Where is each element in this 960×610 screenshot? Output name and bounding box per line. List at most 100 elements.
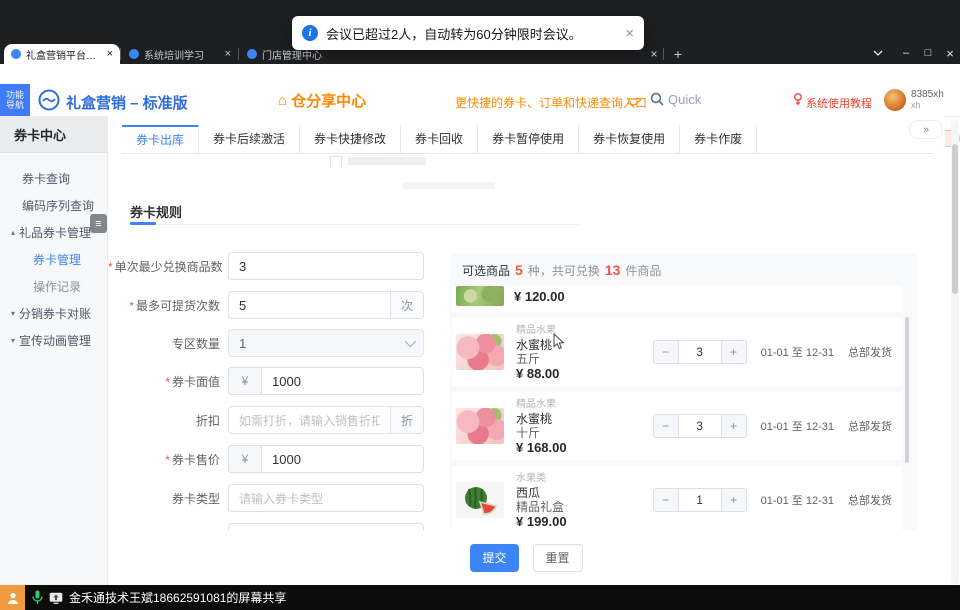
max-pickup-input[interactable] bbox=[229, 292, 390, 318]
share-center-link[interactable]: ⌂ 仓分享中心 bbox=[278, 90, 366, 111]
tab-favicon bbox=[129, 49, 139, 59]
sidebar-item-operation-records[interactable]: 操作记录 bbox=[0, 273, 107, 300]
valid-date-range: 01-01 至 12-31 bbox=[761, 492, 834, 508]
caret-down-icon: ▾ bbox=[11, 309, 15, 318]
sharer-avatar-icon bbox=[0, 585, 25, 610]
discount-input[interactable] bbox=[229, 407, 390, 433]
browser-tab-1[interactable]: 礼盒营销平台管理中心 × bbox=[4, 44, 120, 64]
window-minimize-button[interactable]: – bbox=[894, 42, 918, 64]
page-scrollbar[interactable] bbox=[951, 120, 959, 585]
form-row-zone-count: 专区数量 1 bbox=[108, 329, 424, 357]
form-row-card-type: 券卡类型 bbox=[108, 484, 424, 512]
info-icon: i bbox=[302, 25, 318, 41]
app-header: 功能导航 礼盒营销 – 标准版 ⌂ 仓分享中心 更快捷的券卡、订单和快递查询入口… bbox=[0, 84, 960, 117]
unit-suffix: 次 bbox=[390, 292, 423, 318]
house-icon: ⌂ bbox=[278, 92, 287, 109]
product-image bbox=[456, 482, 504, 518]
form-row-discount: 折扣 折 bbox=[108, 406, 424, 434]
product-price: ¥ 88.00 bbox=[516, 367, 653, 381]
window-maximize-button[interactable]: □ bbox=[916, 42, 940, 64]
panel-collapse-button[interactable]: » bbox=[909, 120, 943, 139]
plus-button[interactable]: + bbox=[722, 415, 746, 437]
window-menu-icon[interactable] bbox=[866, 42, 890, 64]
quantity-stepper: − + bbox=[653, 340, 747, 364]
tab-close-icon[interactable]: × bbox=[225, 48, 231, 60]
microphone-icon bbox=[32, 590, 43, 605]
sidebar-group-distribution-reconciliation[interactable]: ▾ 分销券卡对账 bbox=[0, 300, 107, 327]
form-footer: 提交 重置 bbox=[108, 530, 945, 585]
product-list-scrollbar[interactable] bbox=[905, 317, 909, 463]
product-spec: 五斤 bbox=[516, 352, 653, 366]
tutorial-link[interactable]: 系统使用教程 bbox=[806, 95, 872, 111]
window-close-button[interactable]: × bbox=[938, 42, 960, 64]
sidebar-collapse-handle[interactable]: ≡ bbox=[90, 214, 107, 233]
face-value-input[interactable] bbox=[262, 368, 423, 394]
quick-entry-tip: 更快捷的券卡、订单和快递查询入口 bbox=[455, 94, 647, 111]
quantity-input[interactable] bbox=[678, 415, 722, 437]
card-type-input[interactable] bbox=[229, 485, 423, 511]
toast-close-icon[interactable]: × bbox=[625, 25, 634, 42]
currency-prefix: ¥ bbox=[229, 368, 262, 394]
reset-button[interactable]: 重置 bbox=[533, 544, 583, 572]
quantity-stepper: − + bbox=[653, 414, 747, 438]
tab-card-followup-activation[interactable]: 券卡后续激活 bbox=[199, 125, 300, 153]
screen-share-bar: 金禾通技术王斌18662591081的屏幕共享 bbox=[0, 585, 960, 610]
plus-button[interactable]: + bbox=[722, 489, 746, 511]
zone-count-select[interactable]: 1 bbox=[228, 329, 424, 357]
tab-card-recycle[interactable]: 券卡回收 bbox=[401, 125, 478, 153]
quantity-input[interactable] bbox=[678, 341, 722, 363]
sidebar-item-card-management[interactable]: 券卡管理 bbox=[0, 246, 107, 273]
delivery-mode: 总部发货 bbox=[848, 492, 892, 508]
tab-card-outbound[interactable]: 券卡出库 bbox=[122, 125, 199, 153]
tab-card-resume[interactable]: 券卡恢复使用 bbox=[579, 125, 680, 153]
tab-close-icon[interactable]: × bbox=[107, 48, 113, 60]
function-nav-toggle[interactable]: 功能导航 bbox=[0, 84, 30, 116]
tab-card-void[interactable]: 券卡作废 bbox=[680, 125, 757, 153]
new-tab-button[interactable]: + bbox=[668, 44, 688, 64]
tab-card-suspend[interactable]: 券卡暂停使用 bbox=[478, 125, 579, 153]
product-image bbox=[456, 334, 504, 370]
plus-button[interactable]: + bbox=[722, 341, 746, 363]
sidebar-title: 券卡中心 bbox=[0, 116, 107, 153]
minus-button[interactable]: − bbox=[654, 415, 678, 437]
user-avatar[interactable] bbox=[884, 89, 906, 111]
product-row-peach-5: 精品水果 水蜜桃 五斤 ¥ 88.00 − + 01-01 至 12-31 总部… bbox=[452, 318, 902, 386]
submit-button[interactable]: 提交 bbox=[470, 544, 518, 572]
sale-price-input[interactable] bbox=[262, 446, 423, 472]
tab-separator bbox=[238, 48, 239, 60]
meeting-toast: i 会议已超过2人，自动转为60分钟限时会议。 × bbox=[292, 16, 644, 50]
tutorial-lamp-icon bbox=[793, 93, 803, 111]
product-image bbox=[456, 286, 504, 306]
quick-label[interactable]: Quick bbox=[668, 92, 701, 107]
form-row-face-value: *券卡面值 ¥ bbox=[108, 367, 424, 395]
screen-share-icon bbox=[49, 592, 63, 604]
min-exchange-input[interactable] bbox=[229, 253, 423, 279]
form-row-max-pickup: *最多可提货次数 次 bbox=[108, 291, 424, 319]
content-tab-bar: 券卡出库 券卡后续激活 券卡快捷修改 券卡回收 券卡暂停使用 券卡恢复使用 券卡… bbox=[122, 125, 933, 154]
product-price: ¥ 199.00 bbox=[516, 515, 653, 529]
pointing-hand-icon bbox=[628, 93, 642, 111]
screen-share-label: 金禾通技术王斌18662591081的屏幕共享 bbox=[69, 589, 286, 606]
brand-logo-icon bbox=[38, 89, 60, 116]
tab-label: 礼盒营销平台管理中心 bbox=[26, 47, 101, 62]
browser-tab-2[interactable]: 系统培训学习 × bbox=[122, 44, 238, 64]
screen: 礼盒营销平台管理中心 × 系统培训学习 × 门店管理中心 × + – □ × ←… bbox=[0, 0, 960, 610]
tab-card-quick-edit[interactable]: 券卡快捷修改 bbox=[300, 125, 401, 153]
sidebar-group-promo-animation[interactable]: ▾ 宣传动画管理 bbox=[0, 327, 107, 354]
mouse-cursor bbox=[553, 333, 565, 356]
tab-favicon bbox=[11, 49, 21, 59]
quick-search-icon[interactable] bbox=[650, 92, 664, 111]
minus-button[interactable]: − bbox=[654, 489, 678, 511]
page-scrollbar-thumb[interactable] bbox=[952, 144, 958, 294]
sidebar-item-card-query[interactable]: 券卡查询 bbox=[0, 165, 107, 192]
product-name: 水蜜桃 bbox=[516, 412, 653, 426]
quantity-input[interactable] bbox=[678, 489, 722, 511]
product-row-watermelon: 水果类 西瓜 精品礼盒 ¥ 199.00 − + 01-01 至 12-31 总… bbox=[452, 466, 902, 530]
tab-separator bbox=[663, 48, 664, 60]
product-name: 西瓜 bbox=[516, 486, 653, 500]
products-summary: 可选商品 5 种，共可兑换 13 件商品 bbox=[450, 253, 918, 286]
browser-toolbar: ← → ↻ standard.maboy.cn/CardsOut ★ 更新 ⋮ bbox=[0, 64, 960, 85]
hidden-tab-close-icon[interactable]: × bbox=[644, 44, 664, 64]
minus-button[interactable]: − bbox=[654, 341, 678, 363]
caret-up-icon: ▴ bbox=[11, 228, 15, 237]
